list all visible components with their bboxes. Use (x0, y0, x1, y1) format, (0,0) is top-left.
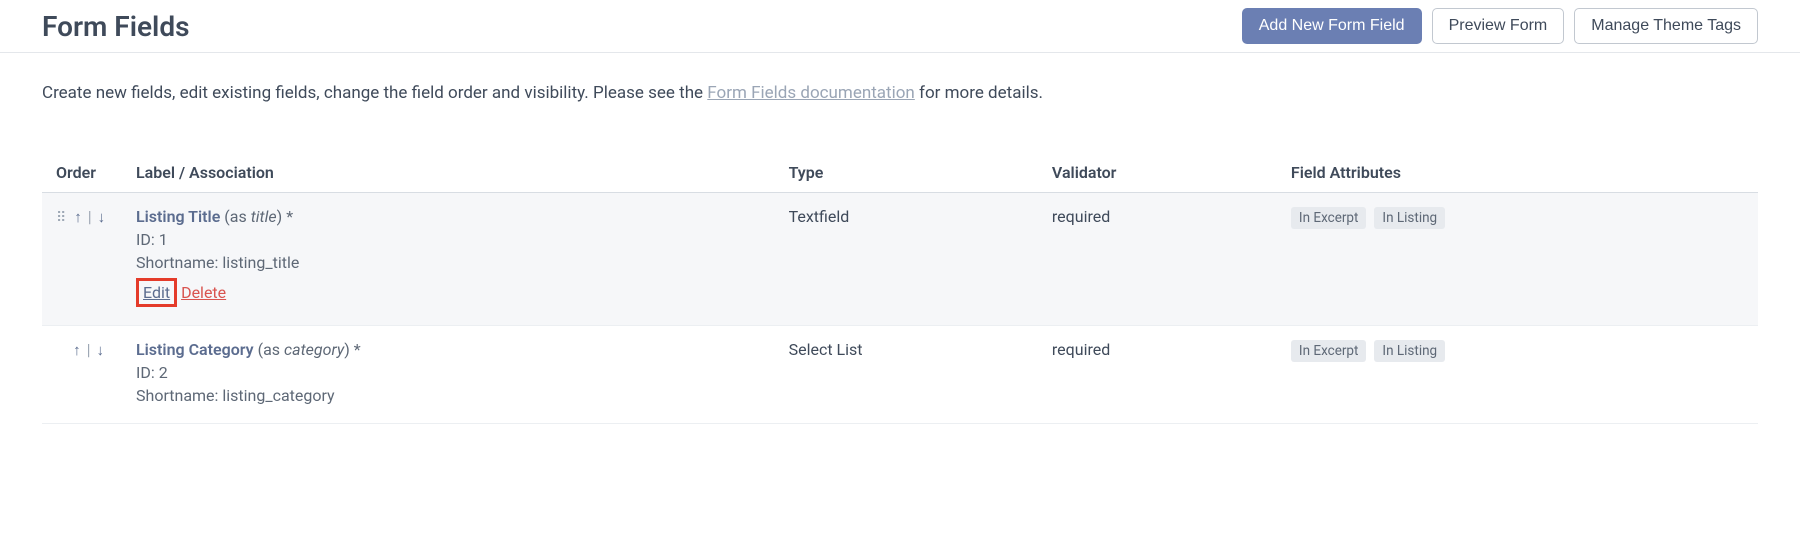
order-separator: | (87, 340, 91, 359)
field-validator: required (1038, 193, 1277, 326)
col-attributes: Field Attributes (1277, 153, 1758, 193)
drag-handle-icon[interactable]: ⠿ (56, 210, 64, 226)
col-label: Label / Association (122, 153, 775, 193)
col-validator: Validator (1038, 153, 1277, 193)
field-shortname: Shortname: listing_title (136, 253, 761, 272)
field-type: Textfield (775, 193, 1038, 326)
header-actions: Add New Form Field Preview Form Manage T… (1242, 8, 1758, 44)
edit-highlight-box: Edit (136, 278, 177, 307)
attribute-badge: In Excerpt (1291, 340, 1367, 362)
move-up-icon[interactable]: ↑ (73, 341, 81, 359)
alias-group: (as title) * (224, 207, 293, 226)
add-new-form-field-button[interactable]: Add New Form Field (1242, 8, 1422, 44)
alias-group: (as category) * (258, 340, 361, 359)
required-mark: * (286, 207, 293, 226)
field-type: Select List (775, 326, 1038, 424)
table-row: ↑ | ↓ Listing Category (as category) * I… (42, 326, 1758, 424)
field-id: ID: 1 (136, 230, 761, 249)
edit-link[interactable]: Edit (143, 283, 170, 302)
delete-link[interactable]: Delete (181, 283, 226, 302)
required-mark: * (354, 340, 361, 359)
field-label-link[interactable]: Listing Category (136, 340, 254, 359)
move-down-icon[interactable]: ↓ (97, 341, 105, 359)
order-separator: | (88, 207, 92, 226)
intro-after: for more details. (915, 83, 1043, 103)
field-shortname: Shortname: listing_category (136, 386, 761, 405)
move-up-icon[interactable]: ↑ (74, 208, 82, 226)
attribute-badge: In Listing (1374, 207, 1445, 229)
col-type: Type (775, 153, 1038, 193)
move-down-icon[interactable]: ↓ (98, 208, 106, 226)
page-title: Form Fields (42, 10, 189, 43)
attribute-badge: In Excerpt (1291, 207, 1367, 229)
attribute-badge: In Listing (1374, 340, 1445, 362)
field-label-link[interactable]: Listing Title (136, 207, 220, 226)
field-id: ID: 2 (136, 363, 761, 382)
field-validator: required (1038, 326, 1277, 424)
preview-form-button[interactable]: Preview Form (1432, 8, 1565, 44)
fields-table: Order Label / Association Type Validator… (42, 153, 1758, 424)
manage-theme-tags-button[interactable]: Manage Theme Tags (1574, 8, 1758, 44)
docs-link[interactable]: Form Fields documentation (707, 83, 915, 103)
col-order: Order (42, 153, 122, 193)
header: Form Fields Add New Form Field Preview F… (0, 0, 1800, 53)
intro-before: Create new fields, edit existing fields,… (42, 83, 707, 103)
intro-text: Create new fields, edit existing fields,… (42, 83, 1758, 103)
table-row: ⠿ ↑ | ↓ Listing Title (as title) * ID: 1… (42, 193, 1758, 326)
